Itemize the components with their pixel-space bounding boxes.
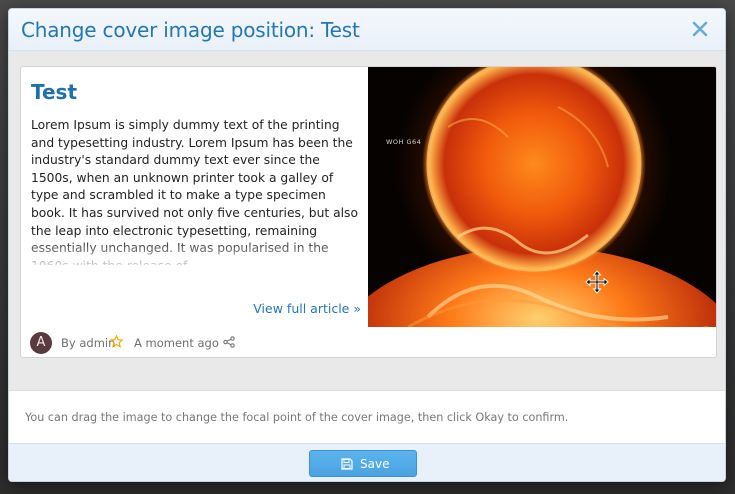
save-label: Save	[360, 457, 390, 471]
dialog-header: Change cover image position: Test	[9, 9, 725, 51]
move-cursor-icon	[585, 270, 609, 294]
sun-image	[368, 67, 716, 327]
author-label[interactable]: By admin	[61, 336, 115, 350]
avatar[interactable]: A	[30, 332, 52, 354]
cover-position-dialog: Change cover image position: Test Test L…	[8, 8, 726, 482]
cover-image-draggable[interactable]: WOH G64	[368, 67, 716, 327]
save-icon	[341, 458, 353, 470]
excerpt-fade	[31, 239, 361, 267]
close-button[interactable]	[689, 18, 711, 40]
info-text: You can drag the image to change the foc…	[25, 411, 569, 424]
article-text-area: Test Lorem Ipsum is simply dummy text of…	[21, 67, 369, 327]
save-button[interactable]: Save	[309, 450, 417, 477]
article-meta-bar: A By admin A moment ago	[21, 329, 716, 357]
info-area: You can drag the image to change the foc…	[9, 391, 725, 443]
dialog-body: Test Lorem Ipsum is simply dummy text of…	[9, 51, 725, 391]
article-preview-card: Test Lorem Ipsum is simply dummy text of…	[20, 66, 717, 358]
cover-image-label: WOH G64	[386, 138, 422, 146]
share-icon	[223, 336, 235, 348]
article-title: Test	[31, 80, 78, 104]
dialog-footer: Save	[9, 443, 725, 481]
close-icon	[692, 21, 708, 37]
dialog-title: Change cover image position: Test	[21, 18, 360, 42]
view-full-article-link[interactable]: View full article »	[253, 301, 361, 316]
timestamp: A moment ago	[134, 336, 219, 350]
star-icon	[110, 335, 123, 348]
